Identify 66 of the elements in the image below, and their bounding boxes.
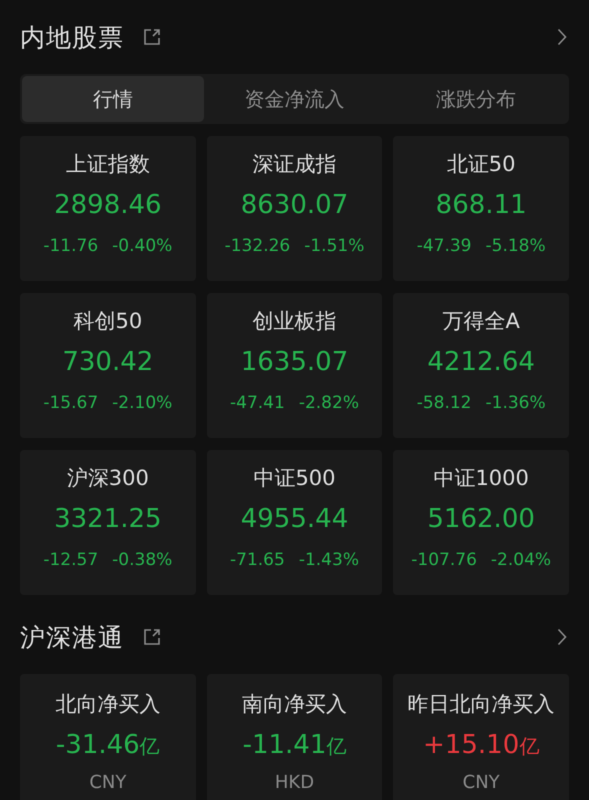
currency-label: CNY — [89, 772, 126, 793]
index-card[interactable]: 上证指数 2898.46 -11.76 -0.40% — [20, 136, 196, 281]
index-name: 科创50 — [73, 308, 142, 335]
currency-label: HKD — [274, 772, 314, 793]
section-title: 沪深港通 — [20, 622, 124, 654]
index-value: 4212.64 — [427, 347, 535, 377]
index-card[interactable]: 创业板指 1635.07 -47.41 -2.82% — [206, 293, 382, 438]
index-card[interactable]: 昨日北向净买入 +15.10亿 CNY — [393, 674, 569, 800]
index-value: 5162.00 — [427, 504, 535, 534]
change-value: -71.65 — [230, 550, 285, 570]
change-value: -11.76 — [43, 236, 98, 256]
index-name: 沪深300 — [66, 465, 149, 492]
index-value: 1635.07 — [240, 347, 348, 377]
section-title: 内地股票 — [20, 22, 124, 54]
change-percent: -0.38% — [112, 550, 172, 570]
index-card[interactable]: 北向净买入 -31.46亿 CNY — [20, 674, 196, 800]
index-name: 创业板指 — [252, 308, 336, 335]
tab[interactable]: 行情 — [22, 76, 204, 122]
change-value: -12.57 — [43, 550, 98, 570]
index-name: 万得全A — [442, 308, 520, 335]
index-name: 昨日北向净买入 — [408, 691, 555, 718]
index-card[interactable]: 沪深300 3321.25 -12.57 -0.38% — [20, 450, 196, 595]
index-value: 8630.07 — [240, 190, 348, 220]
index-name: 北向净买入 — [55, 691, 160, 718]
index-value: 868.11 — [436, 190, 527, 220]
change-percent: -2.82% — [298, 393, 359, 413]
index-card[interactable]: 南向净买入 -11.41亿 HKD — [206, 674, 382, 800]
index-value: -31.46亿 — [56, 730, 160, 760]
index-value: 730.42 — [62, 347, 154, 377]
index-value: -11.41亿 — [242, 730, 346, 760]
change-value: -58.12 — [416, 393, 472, 413]
index-name: 中证500 — [253, 465, 336, 492]
change-value: -132.26 — [224, 236, 290, 256]
change-percent: -1.43% — [298, 550, 359, 570]
change-value: -15.67 — [43, 393, 98, 413]
tab[interactable]: 涨跌分布 — [385, 76, 568, 122]
change-value: -47.41 — [230, 393, 285, 413]
chevron-right-icon[interactable] — [557, 28, 567, 46]
index-card[interactable]: 深证成指 8630.07 -132.26 -1.51% — [206, 136, 382, 281]
index-value: 4955.44 — [240, 504, 348, 534]
chevron-right-icon[interactable] — [557, 628, 567, 646]
change-percent: -2.04% — [490, 550, 552, 570]
change-value: -47.39 — [416, 236, 472, 256]
index-card[interactable]: 科创50 730.42 -15.67 -2.10% — [20, 293, 196, 438]
index-name: 上证指数 — [66, 151, 150, 178]
share-icon[interactable] — [142, 27, 162, 47]
index-name: 北证50 — [446, 151, 516, 178]
change-value: -107.76 — [411, 550, 477, 570]
change-percent: -2.10% — [112, 393, 172, 413]
index-value: +15.10亿 — [423, 730, 540, 760]
index-name: 深证成指 — [252, 151, 336, 178]
index-card[interactable]: 万得全A 4212.64 -58.12 -1.36% — [393, 293, 569, 438]
change-percent: -5.18% — [486, 236, 546, 256]
index-name: 中证1000 — [433, 465, 529, 492]
index-value: 3321.25 — [54, 504, 162, 534]
tab[interactable]: 资金净流入 — [204, 76, 386, 122]
change-percent: -1.51% — [304, 236, 364, 256]
index-value: 2898.46 — [54, 190, 162, 220]
index-card[interactable]: 北证50 868.11 -47.39 -5.18% — [393, 136, 569, 281]
currency-label: CNY — [462, 772, 500, 793]
change-percent: -1.36% — [486, 393, 546, 413]
index-name: 南向净买入 — [242, 691, 347, 718]
index-card[interactable]: 中证500 4955.44 -71.65 -1.43% — [206, 450, 382, 595]
share-icon[interactable] — [142, 627, 162, 647]
change-percent: -0.40% — [112, 236, 172, 256]
index-card[interactable]: 中证1000 5162.00 -107.76 -2.04% — [393, 450, 569, 595]
